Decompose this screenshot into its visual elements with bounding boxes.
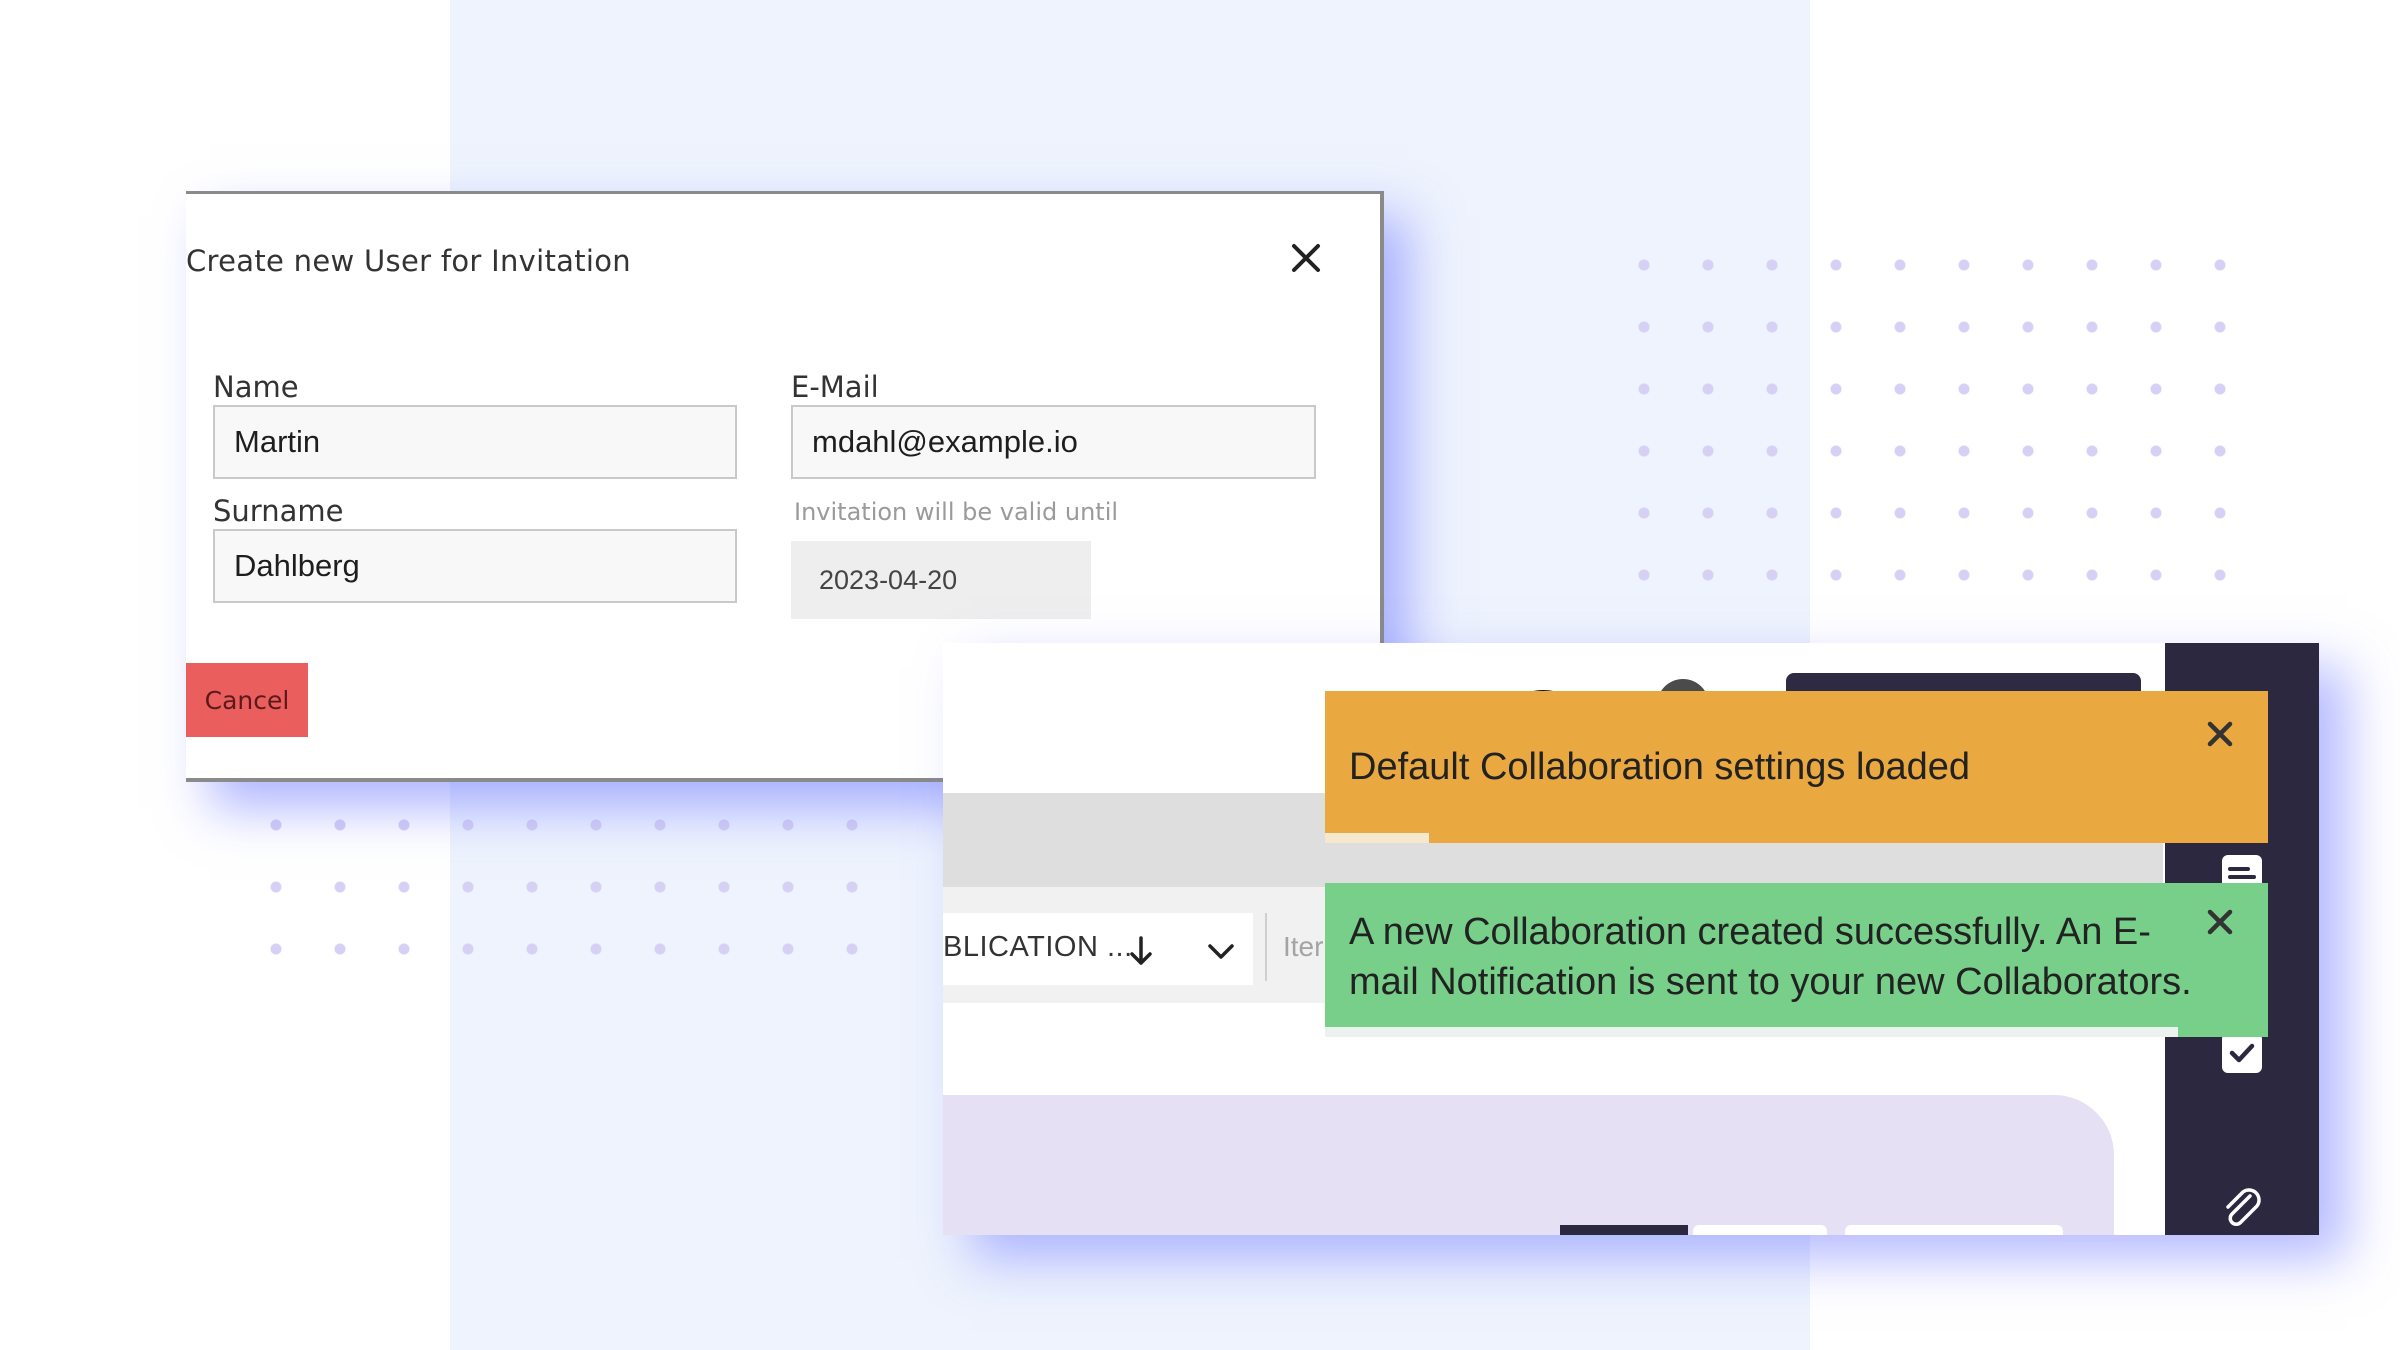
toast-collaboration-created: A new Collaboration created successfully… — [1325, 883, 2268, 1037]
arrow-down-icon[interactable] — [1127, 935, 1155, 967]
valid-until-date[interactable]: 2023-04-20 — [791, 541, 1091, 619]
close-icon[interactable] — [2204, 718, 2236, 750]
toast-progress-bar — [1325, 1027, 2179, 1037]
items-filter-label: Iter — [1283, 931, 1324, 962]
surname-label: Surname — [213, 494, 344, 528]
close-icon[interactable] — [1284, 236, 1328, 280]
divider — [1265, 913, 1267, 981]
name-label: Name — [213, 370, 299, 404]
card-tab-active[interactable] — [1560, 1225, 1688, 1235]
toast-message: Default Collaboration settings loaded — [1349, 746, 1971, 788]
decorative-dot-grid — [1612, 234, 2252, 606]
validity-hint: Invitation will be valid until — [794, 498, 1119, 526]
toast-settings-loaded: Default Collaboration settings loaded — [1325, 691, 2268, 843]
close-icon[interactable] — [2204, 906, 2236, 938]
name-input[interactable] — [213, 405, 737, 479]
card-tab[interactable] — [1845, 1225, 2063, 1235]
chevron-down-icon[interactable] — [1205, 935, 1237, 967]
email-input[interactable] — [791, 405, 1316, 479]
toast-progress-bar — [1325, 833, 1429, 843]
toast-message: A new Collaboration created successfully… — [1349, 911, 2192, 1003]
decorative-dot-grid — [244, 794, 884, 980]
sort-dropdown[interactable]: BLICATION ... — [943, 913, 1253, 985]
cancel-button[interactable]: Cancel — [186, 663, 308, 737]
sort-dropdown-label: BLICATION ... — [943, 931, 1133, 963]
email-label: E-Mail — [791, 370, 879, 404]
card-tab[interactable] — [1693, 1225, 1827, 1235]
check-icon[interactable] — [2220, 1031, 2264, 1075]
surname-input[interactable] — [213, 529, 737, 603]
dialog-title: Create new User for Invitation — [186, 244, 631, 278]
paperclip-icon[interactable] — [2220, 1186, 2264, 1230]
collaboration-card — [943, 1095, 2114, 1235]
